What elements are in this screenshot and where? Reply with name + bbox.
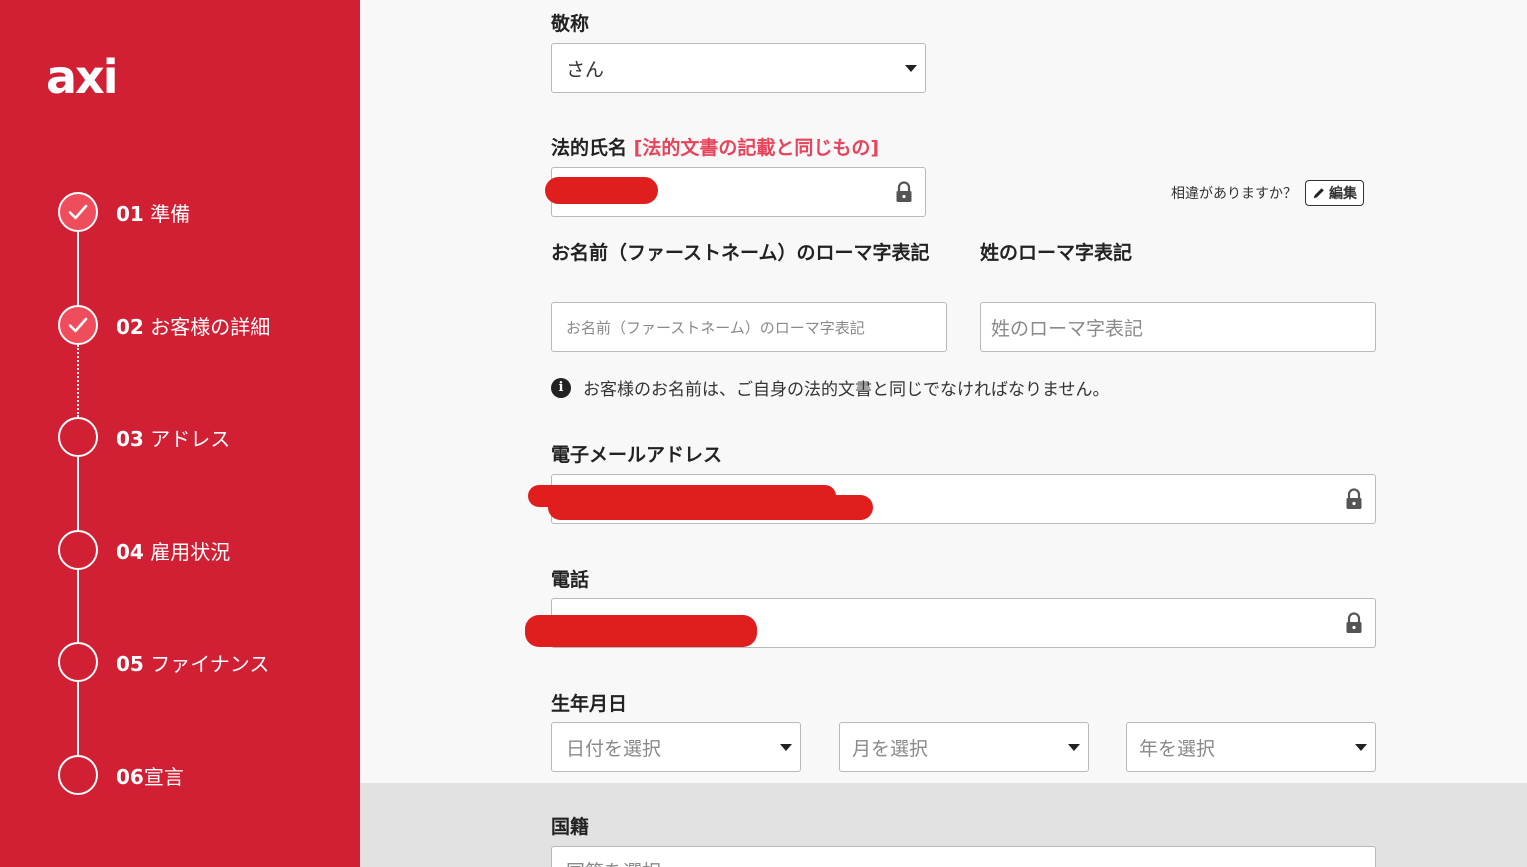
step-circle-icon <box>58 642 98 682</box>
legal-name-hint: [法的文書の記載と同じもの] <box>633 137 880 159</box>
last-name-label: 姓のローマ字表記 <box>980 242 1133 264</box>
redaction-mark <box>525 615 757 647</box>
step-label: 06宣言 <box>116 764 184 789</box>
lock-icon <box>896 181 912 202</box>
mismatch-text: 相違がありますか？ <box>1171 186 1297 202</box>
chevron-down-icon <box>1355 744 1367 751</box>
nationality-label: 国籍 <box>551 816 590 838</box>
step-preparation[interactable]: 01 準備 <box>58 192 190 232</box>
first-name-label: お名前（ファーストネーム）のローマ字表記 <box>551 242 930 264</box>
chevron-down-icon <box>905 65 917 72</box>
last-name-input[interactable]: 姓のローマ字表記 <box>980 302 1376 352</box>
edit-button[interactable]: 編集 <box>1305 180 1364 206</box>
redaction-mark <box>545 177 658 204</box>
sidebar: axi 01 準備 02 お客様の詳細 03 アドレス 04 雇用状況 05 フ… <box>0 0 360 867</box>
step-address[interactable]: 03 アドレス <box>58 417 230 457</box>
step-connector <box>77 682 79 755</box>
step-label: 02 お客様の詳細 <box>116 314 271 339</box>
step-declaration[interactable]: 06宣言 <box>58 755 184 795</box>
lock-icon <box>1346 612 1362 633</box>
nationality-select[interactable]: 国籍を選択 <box>551 846 1376 867</box>
pencil-icon <box>1313 188 1324 199</box>
step-circle-icon <box>58 530 98 570</box>
check-icon <box>58 305 98 345</box>
step-label: 01 準備 <box>116 201 191 226</box>
redaction-mark <box>548 495 873 520</box>
first-name-input[interactable]: お名前（ファーストネーム）のローマ字表記 <box>551 302 947 352</box>
step-label: 04 雇用状況 <box>116 539 231 564</box>
step-connector <box>77 570 79 643</box>
chevron-down-icon <box>1068 744 1080 751</box>
step-label: 03 アドレス <box>116 426 231 451</box>
step-connector <box>77 457 79 531</box>
mismatch-prompt: 相違がありますか？ 編集 <box>1171 180 1364 206</box>
step-employment[interactable]: 04 雇用状況 <box>58 530 230 570</box>
step-circle-icon <box>58 417 98 457</box>
dob-year-select[interactable]: 年を選択 <box>1126 722 1376 772</box>
check-icon <box>58 192 98 232</box>
legal-name-label: 法的氏名 [法的文書の記載と同じもの] <box>551 137 880 159</box>
step-circle-icon <box>58 755 98 795</box>
info-icon: i <box>551 377 571 398</box>
step-connector <box>77 345 79 417</box>
step-label: 05 ファイナンス <box>116 651 270 676</box>
lock-icon <box>1346 488 1362 509</box>
step-connector <box>77 232 79 306</box>
title-label: 敬称 <box>551 13 590 35</box>
step-customer-details[interactable]: 02 お客様の詳細 <box>58 305 270 345</box>
step-finance[interactable]: 05 ファイナンス <box>58 642 269 682</box>
chevron-down-icon <box>780 744 792 751</box>
phone-label: 電話 <box>551 569 590 591</box>
axi-logo: axi <box>46 50 118 104</box>
dob-month-select[interactable]: 月を選択 <box>839 722 1089 772</box>
dob-label: 生年月日 <box>551 693 628 715</box>
name-info-note: i お客様のお名前は、ご自身の法的文書と同じでなければなりません。 <box>551 375 1110 400</box>
title-value: さん <box>566 58 605 81</box>
dob-day-select[interactable]: 日付を選択 <box>551 722 801 772</box>
email-label: 電子メールアドレス <box>551 444 723 466</box>
title-select[interactable]: さん <box>551 43 926 93</box>
